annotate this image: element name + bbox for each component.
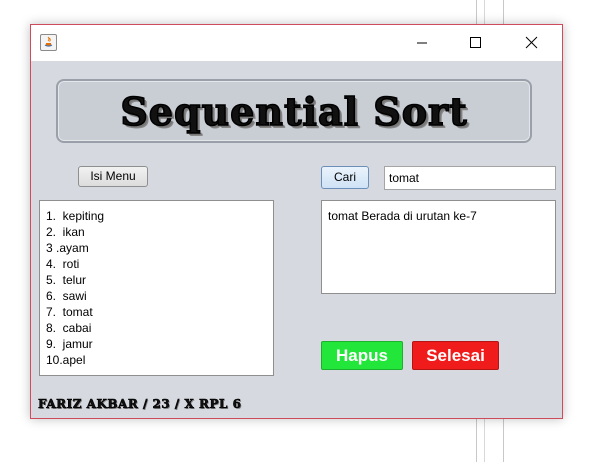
- list-item: 7. tomat: [46, 305, 93, 319]
- result-textarea[interactable]: tomat Berada di urutan ke-7: [321, 200, 556, 294]
- list-item: 5. telur: [46, 273, 87, 287]
- cari-button[interactable]: Cari: [321, 166, 369, 189]
- banner-title: Sequential Sort: [120, 88, 468, 135]
- list-item: 2. ikan: [46, 225, 85, 239]
- app-window: Sequential Sort Isi Menu Cari 1. kepitin…: [30, 24, 563, 419]
- author-footer: FARIZ AKBAR / 23 / X RPL 6: [38, 397, 242, 412]
- list-item: 3 .ayam: [46, 241, 89, 255]
- isi-menu-button[interactable]: Isi Menu: [78, 166, 148, 187]
- minimize-icon[interactable]: [399, 25, 445, 61]
- list-item: 9. jamur: [46, 337, 93, 351]
- list-item: 6. sawi: [46, 289, 87, 303]
- title-bar[interactable]: [31, 25, 562, 61]
- title-banner: Sequential Sort: [56, 79, 532, 143]
- close-icon[interactable]: [509, 25, 555, 61]
- list-item: 10.apel: [46, 353, 86, 367]
- hapus-button[interactable]: Hapus: [321, 341, 403, 370]
- list-item: 1. kepiting: [46, 209, 105, 223]
- selesai-button[interactable]: Selesai: [412, 341, 499, 370]
- list-item: 4. roti: [46, 257, 80, 271]
- maximize-icon[interactable]: [452, 25, 498, 61]
- list-item: 8. cabai: [46, 321, 92, 335]
- menu-list[interactable]: 1. kepiting 2. ikan 3 .ayam 4. roti 5. t…: [39, 200, 274, 376]
- result-text: tomat Berada di urutan ke-7: [328, 209, 477, 223]
- java-icon[interactable]: [40, 34, 57, 51]
- search-input[interactable]: [384, 166, 556, 190]
